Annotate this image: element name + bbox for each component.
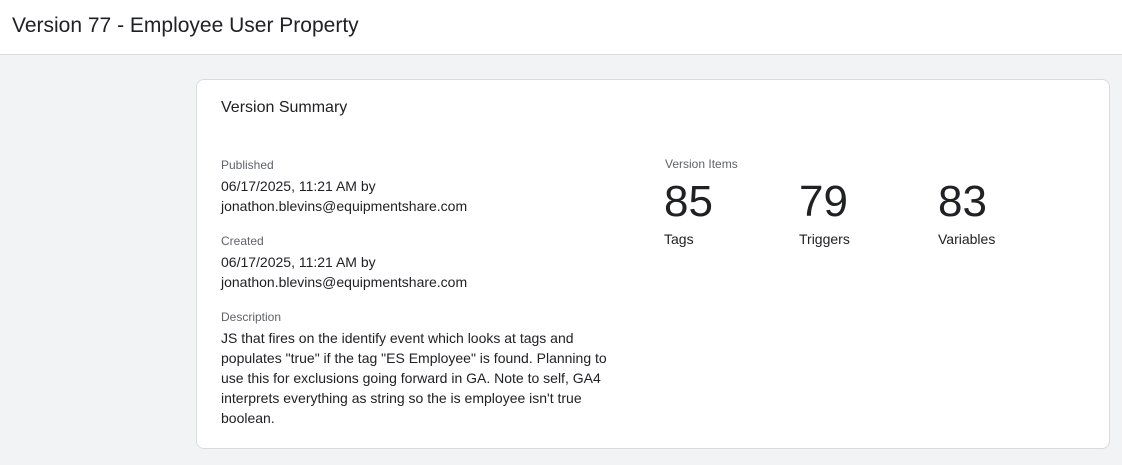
variables-label: Variables — [938, 231, 996, 247]
published-datetime: 06/17/2025, 11:21 AM by — [221, 178, 376, 194]
page-title: Version 77 - Employee User Property — [12, 14, 359, 37]
tags-count: 85 — [664, 177, 713, 226]
created-label: Created — [221, 234, 264, 248]
description-label: Description — [221, 310, 282, 324]
description-text: JS that fires on the identify event whic… — [221, 330, 607, 426]
variables-stat: 83 Variables — [938, 176, 995, 248]
created-datetime: 06/17/2025, 11:21 AM by — [221, 254, 376, 270]
variables-count: 83 — [938, 177, 987, 226]
version-items-label: Version Items — [665, 157, 738, 171]
tags-label: Tags — [664, 231, 694, 247]
published-user: jonathon.blevins@equipmentshare.com — [221, 198, 468, 214]
published-label: Published — [221, 158, 274, 172]
tags-stat: 85 Tags — [664, 176, 713, 248]
triggers-label: Triggers — [799, 231, 850, 247]
created-user: jonathon.blevins@equipmentshare.com — [221, 274, 468, 290]
card-title: Version Summary — [221, 99, 348, 116]
triggers-count: 79 — [799, 177, 848, 226]
published-value: 06/17/2025, 11:21 AM by jonathon.blevins… — [221, 176, 621, 216]
page-header: Version 77 - Employee User Property — [0, 0, 1122, 55]
created-value: 06/17/2025, 11:21 AM by jonathon.blevins… — [221, 252, 621, 292]
triggers-stat: 79 Triggers — [799, 176, 850, 248]
version-summary-card: Version Summary Published 06/17/2025, 11… — [196, 79, 1110, 449]
